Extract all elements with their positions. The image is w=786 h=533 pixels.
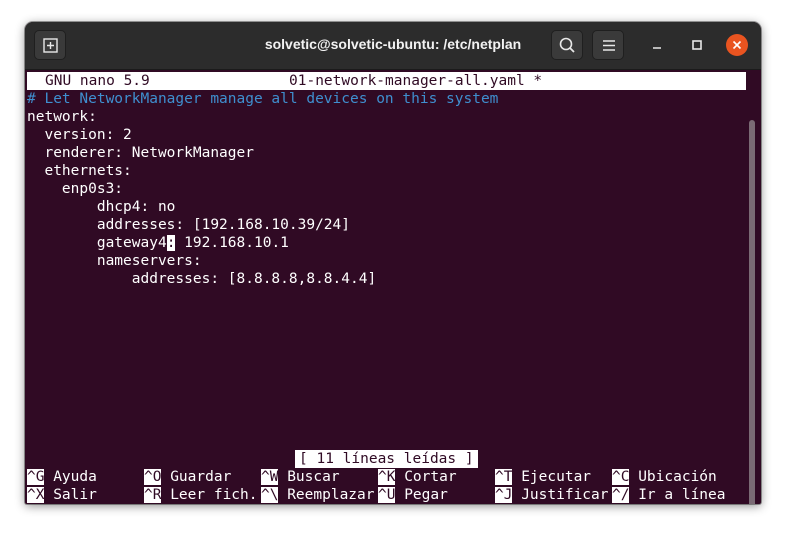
hamburger-menu-icon xyxy=(603,40,615,51)
shortcut-replace[interactable]: ^\ Reemplazar xyxy=(261,486,375,504)
maximize-icon xyxy=(692,40,702,50)
file-line-9-text: gateway4 xyxy=(27,235,167,251)
shortcut-help[interactable]: ^G Ayuda xyxy=(27,468,97,486)
shortcut-key: ^J xyxy=(495,487,513,503)
shortcut-exit[interactable]: ^X Salir xyxy=(27,486,97,504)
file-line-6: enp0s3: xyxy=(27,181,124,197)
file-line-4: renderer: NetworkManager xyxy=(27,145,254,161)
shortcut-label: Leer fich. xyxy=(170,487,258,503)
new-tab-button[interactable] xyxy=(34,30,66,60)
search-icon xyxy=(559,37,575,53)
shortcut-label: Guardar xyxy=(170,469,232,485)
search-button[interactable] xyxy=(551,30,583,60)
nano-header-bar: GNU nano 5.9 01-network-manager-all.yaml… xyxy=(27,72,746,90)
shortcut-key: ^O xyxy=(144,469,162,485)
shortcut-label: Buscar xyxy=(287,469,340,485)
shortcut-label: Ejecutar xyxy=(521,469,592,485)
maximize-button[interactable] xyxy=(686,34,708,56)
shortcut-label: Ubicación xyxy=(638,469,717,485)
shortcut-key: ^G xyxy=(27,469,45,485)
shortcut-save[interactable]: ^O Guardar xyxy=(144,468,231,486)
menu-button[interactable] xyxy=(592,30,624,60)
shortcut-read-file[interactable]: ^R Leer fich. xyxy=(144,486,258,504)
window-title: solvetic@solvetic-ubuntu: /etc/netplan xyxy=(264,36,522,52)
shortcut-label: Justificar xyxy=(521,487,609,503)
title-bar: solvetic@solvetic-ubuntu: /etc/netplan xyxy=(25,22,761,70)
file-line-11: addresses: [8.8.8.8,8.8.4.4] xyxy=(27,271,377,287)
shortcut-search[interactable]: ^W Buscar xyxy=(261,468,340,486)
close-icon xyxy=(732,40,742,50)
file-line-7: dhcp4: no xyxy=(27,199,176,215)
file-line-3: version: 2 xyxy=(27,127,132,143)
shortcut-label: Ayuda xyxy=(53,469,97,485)
file-line-10: nameservers: xyxy=(27,253,202,269)
shortcut-key: ^R xyxy=(144,487,162,503)
file-line-8: addresses: [192.168.10.39/24] xyxy=(27,217,351,233)
shortcut-label: Reemplazar xyxy=(287,487,375,503)
shortcut-label: Ir a línea xyxy=(638,487,726,503)
terminal-content[interactable]: GNU nano 5.9 01-network-manager-all.yaml… xyxy=(25,70,755,504)
file-line-9: gateway4: 192.168.10.1 xyxy=(27,234,289,252)
shortcut-cut[interactable]: ^K Cortar xyxy=(378,468,457,486)
minimize-icon xyxy=(653,47,661,49)
minimize-button[interactable] xyxy=(646,34,668,56)
shortcut-key: ^\ xyxy=(261,487,279,503)
status-message: [ 11 líneas leídas ] xyxy=(295,450,478,468)
shortcut-go-to-line[interactable]: ^/ Ir a línea xyxy=(612,486,726,504)
shortcut-key: ^/ xyxy=(612,487,630,503)
nano-filename: 01-network-manager-all.yaml * xyxy=(289,73,543,89)
file-line-9-value: 192.168.10.1 xyxy=(175,235,289,251)
shortcut-location[interactable]: ^C Ubicación xyxy=(612,468,717,486)
shortcut-key: ^W xyxy=(261,469,279,485)
shortcut-label: Pegar xyxy=(404,487,448,503)
shortcut-label: Cortar xyxy=(404,469,457,485)
shortcut-key: ^C xyxy=(612,469,630,485)
shortcut-justify[interactable]: ^J Justificar xyxy=(495,486,609,504)
scrollbar[interactable] xyxy=(749,120,755,504)
new-tab-icon xyxy=(43,38,58,53)
shortcut-key: ^K xyxy=(378,469,396,485)
shortcut-key: ^X xyxy=(27,487,45,503)
shortcut-label: Salir xyxy=(53,487,97,503)
close-button[interactable] xyxy=(726,34,748,56)
file-line-1: # Let NetworkManager manage all devices … xyxy=(27,91,499,107)
shortcut-execute[interactable]: ^T Ejecutar xyxy=(495,468,591,486)
file-line-5: ethernets: xyxy=(27,163,132,179)
terminal-window: solvetic@solvetic-ubuntu: /etc/netplan G… xyxy=(25,22,761,504)
shortcut-paste[interactable]: ^U Pegar xyxy=(378,486,448,504)
shortcut-key: ^T xyxy=(495,469,513,485)
shortcut-key: ^U xyxy=(378,487,396,503)
file-line-2: network: xyxy=(27,109,97,125)
nano-version: GNU nano 5.9 xyxy=(45,73,150,89)
